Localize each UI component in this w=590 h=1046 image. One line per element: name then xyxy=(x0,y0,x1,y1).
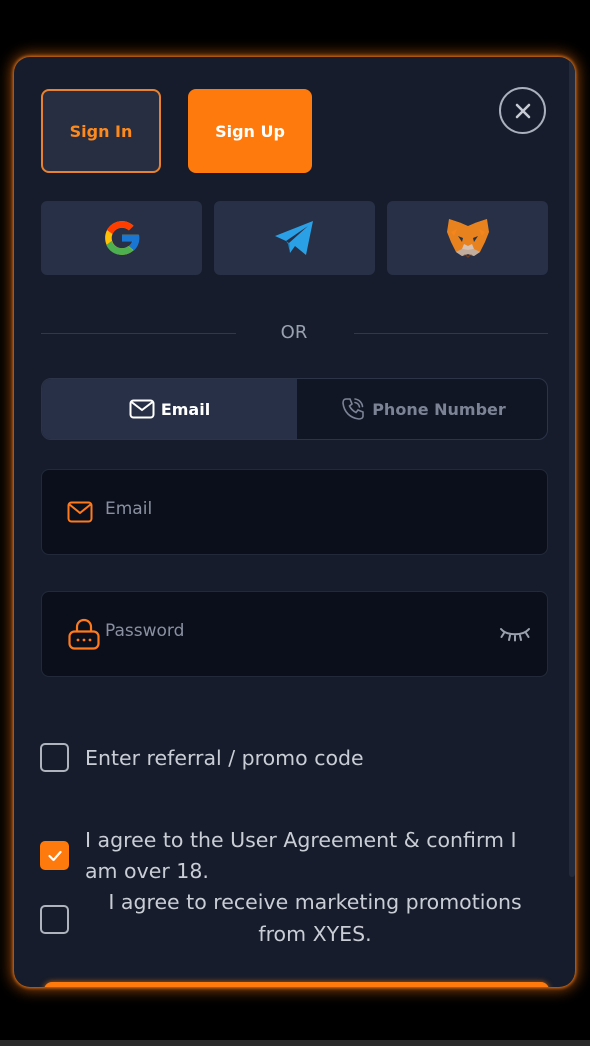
metamask-login-button[interactable] xyxy=(387,201,548,275)
email-method-label: Email xyxy=(160,399,211,419)
sign-in-tab[interactable]: Sign In xyxy=(41,89,161,173)
divider-left xyxy=(41,333,236,334)
login-method-toggle: Email Phone Number xyxy=(41,378,548,440)
marketing-label-line1: I agree to receive marketing promotions xyxy=(108,890,522,914)
checkmark-icon xyxy=(47,850,62,861)
marketing-label-line2: from XYES. xyxy=(258,922,372,946)
password-field[interactable]: Password xyxy=(41,591,548,677)
sign-up-tab[interactable]: Sign Up xyxy=(188,89,312,173)
google-login-button[interactable] xyxy=(41,201,202,275)
telegram-login-button[interactable] xyxy=(214,201,375,275)
agreement-label: I agree to the User Agreement & confirm … xyxy=(85,828,517,883)
screen: Sign In Sign Up OR Email Phone Number Em… xyxy=(0,0,590,1046)
lock-icon xyxy=(68,618,100,650)
agreement-checkbox[interactable] xyxy=(40,841,69,870)
or-divider-text: OR xyxy=(280,322,308,343)
referral-label: Enter referral / promo code xyxy=(85,746,364,770)
auth-modal: Sign In Sign Up OR Email Phone Number Em… xyxy=(14,57,575,987)
submit-button-edge[interactable] xyxy=(44,982,549,987)
scrollbar[interactable] xyxy=(569,57,575,877)
metamask-icon xyxy=(446,219,489,258)
close-icon xyxy=(515,103,530,118)
email-field[interactable]: Email xyxy=(41,469,548,555)
phone-method-label: Phone Number xyxy=(372,399,506,419)
divider-right xyxy=(354,333,548,334)
email-placeholder: Email xyxy=(105,499,153,519)
telegram-icon xyxy=(274,221,313,255)
password-placeholder: Password xyxy=(105,621,185,641)
google-icon xyxy=(104,221,140,255)
envelope-icon xyxy=(129,399,155,419)
bottom-system-bar xyxy=(0,1040,590,1046)
phone-method-tab[interactable]: Phone Number xyxy=(297,379,547,439)
marketing-checkbox[interactable] xyxy=(40,905,69,934)
eye-closed-icon[interactable] xyxy=(499,625,531,643)
envelope-icon xyxy=(67,501,93,523)
close-button[interactable] xyxy=(499,87,546,134)
email-method-tab[interactable]: Email xyxy=(42,379,297,439)
phone-icon xyxy=(342,398,365,420)
referral-checkbox[interactable] xyxy=(40,743,69,772)
